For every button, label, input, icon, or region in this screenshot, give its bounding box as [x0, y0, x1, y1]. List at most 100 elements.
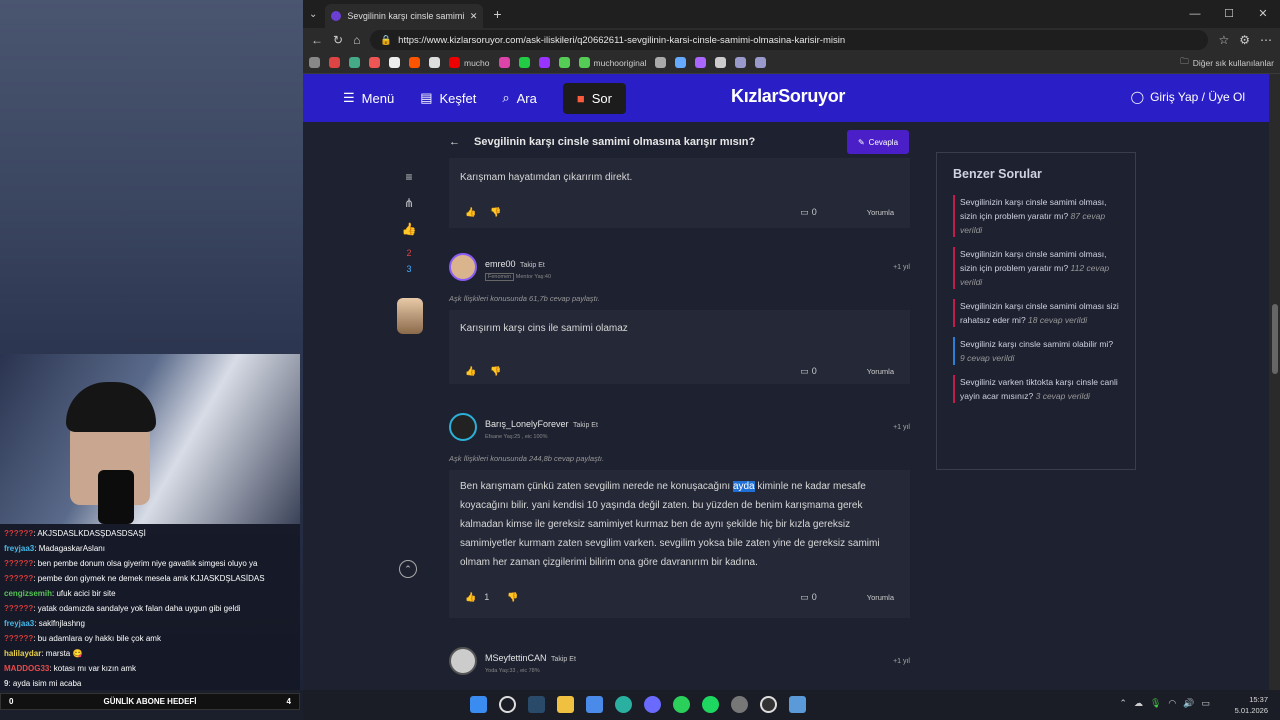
nav-search[interactable]: ⌕ Ara — [502, 90, 537, 106]
bookmark-icon[interactable] — [755, 57, 767, 68]
follow-button[interactable]: Takip Et — [573, 422, 598, 429]
bookmark-icon[interactable] — [695, 57, 707, 68]
bookmark-icon[interactable] — [409, 57, 420, 68]
discord-icon[interactable] — [644, 696, 661, 713]
bookmark-icon[interactable] — [735, 57, 747, 68]
avatar[interactable] — [449, 253, 477, 281]
home-icon[interactable]: ⌂ — [353, 33, 360, 47]
similar-questions-panel: Benzer Sorular Sevgilinizin karşı cinsle… — [936, 152, 1136, 470]
nav-explore[interactable]: ▤ Keşfet — [420, 90, 476, 106]
scroll-thumb[interactable] — [1272, 304, 1278, 374]
close-window-icon[interactable]: ✕ — [1246, 0, 1280, 28]
page-scrollbar[interactable] — [1269, 74, 1280, 690]
search-icon[interactable] — [499, 696, 516, 713]
start-icon[interactable] — [470, 696, 487, 713]
back-icon[interactable]: ← — [311, 33, 323, 47]
dislike-icon[interactable]: 👎 — [507, 592, 518, 603]
similar-item[interactable]: Sevgilinizin karşı cinsle samimi olması,… — [953, 195, 1119, 237]
bookmark-icon[interactable] — [309, 57, 320, 68]
similar-item[interactable]: Sevgilinizin karşı cinsle samimi olması … — [953, 299, 1119, 327]
bookmark-icon[interactable] — [518, 57, 530, 68]
follow-button[interactable]: Takip Et — [520, 262, 545, 269]
bookmark-folder[interactable]: 🗀 Diğer sık kullanılanlar — [1180, 56, 1274, 70]
refresh-icon[interactable]: ↻ — [333, 33, 343, 47]
minimize-icon[interactable]: — — [1178, 0, 1212, 28]
store-icon[interactable] — [586, 696, 603, 713]
reply-button[interactable]: ✎ Cevapla — [847, 130, 909, 154]
comment-icon[interactable]: ▭ — [800, 592, 809, 603]
similar-item[interactable]: Sevgilinizin karşı cinsle samimi olması,… — [953, 247, 1119, 289]
chat-message: ??????: pembe don giymek ne demek mesela… — [4, 571, 296, 586]
scroll-top-icon[interactable]: ⌃ — [399, 560, 417, 578]
close-tab-icon[interactable]: ✕ — [470, 11, 478, 22]
chat-username: ?????? — [4, 634, 34, 643]
bookmark-icon[interactable] — [349, 57, 360, 68]
thumbs-up-icon[interactable]: 👍 — [399, 222, 419, 248]
nav-ask-button[interactable]: ■ Sor — [562, 82, 626, 114]
edge-icon[interactable] — [615, 696, 632, 713]
new-tab-icon[interactable]: + — [493, 6, 501, 22]
bookmark-icon[interactable] — [498, 57, 510, 68]
bookmark-icon[interactable] — [675, 57, 687, 68]
comment-button[interactable]: Yorumla — [867, 367, 894, 376]
like-icon[interactable]: 👍 — [465, 592, 476, 603]
clock[interactable]: 15:37 5.01.2026 — [1235, 694, 1268, 716]
tab-list-icon[interactable]: ⌄ — [309, 9, 317, 20]
bookmark-icon[interactable] — [429, 57, 440, 68]
url-field[interactable]: 🔒 https://www.kizlarsoruyor.com/ask-ilis… — [370, 30, 1209, 50]
dislike-icon[interactable]: 👎 — [490, 366, 501, 377]
chevron-up-icon[interactable]: ⌃ — [1119, 698, 1127, 709]
similar-item[interactable]: Sevgiliniz karşı cinsle samimi olabilir … — [953, 337, 1119, 365]
dislike-icon[interactable]: 👎 — [490, 207, 501, 218]
menu-icon[interactable]: ⋯ — [1260, 33, 1272, 47]
add-list-icon[interactable]: ≡ — [399, 170, 419, 196]
bookmark-icon[interactable] — [715, 57, 727, 68]
back-arrow-icon[interactable]: ← — [449, 136, 460, 148]
folder-icon[interactable] — [557, 696, 574, 713]
site-logo[interactable]: KızlarSoruyor — [731, 86, 845, 107]
steam-icon[interactable] — [528, 696, 545, 713]
maximize-icon[interactable]: ☐ — [1212, 0, 1246, 28]
extensions-icon[interactable]: ⚙ — [1239, 33, 1250, 47]
favorite-icon[interactable]: ☆ — [1218, 33, 1229, 47]
bookmark-icon[interactable] — [329, 57, 340, 68]
mic-icon[interactable]: 🎙 — [1150, 698, 1161, 709]
bookmark-icon[interactable] — [655, 57, 667, 68]
bookmark-muchooriginal[interactable]: muchooriginal — [578, 57, 646, 68]
bookmark-mucho[interactable]: mucho — [449, 57, 490, 68]
username[interactable]: Barış_LonelyForever — [485, 419, 569, 429]
nav-menu[interactable]: ☰ Menü — [343, 90, 394, 106]
whatsapp-icon[interactable] — [673, 696, 690, 713]
wifi-icon[interactable]: ◠ — [1168, 698, 1176, 709]
bookmark-icon[interactable] — [558, 57, 570, 68]
comment-icon[interactable]: ▭ — [800, 366, 809, 377]
username[interactable]: MSeyfettinCAN — [485, 653, 547, 663]
like-icon[interactable]: 👍 — [465, 366, 476, 377]
bookmark-icon[interactable] — [538, 57, 550, 68]
similar-item[interactable]: Sevgiliniz varken tiktokta karşı cinsle … — [953, 375, 1119, 403]
volume-icon[interactable]: 🔊 — [1183, 698, 1194, 709]
user-icon: ◯ — [1130, 90, 1145, 104]
active-tab[interactable]: Sevgilinin karşı cinsle samimi olma ✕ — [325, 4, 484, 28]
bookmark-icon[interactable] — [369, 57, 380, 68]
like-icon[interactable]: 👍 — [465, 207, 476, 218]
avatar[interactable] — [449, 647, 477, 675]
comment-button[interactable]: Yorumla — [867, 208, 894, 217]
cloud-icon[interactable]: ☁ — [1134, 698, 1143, 709]
obs-icon[interactable] — [760, 696, 777, 713]
comment-icon[interactable]: ▭ — [800, 207, 809, 218]
follow-button[interactable]: Takip Et — [551, 656, 576, 663]
app-icon[interactable] — [789, 696, 806, 713]
username[interactable]: emre00 — [485, 259, 516, 269]
side-avatar[interactable] — [397, 298, 423, 334]
avatar[interactable] — [449, 413, 477, 441]
app-icon[interactable] — [731, 696, 748, 713]
spotify-icon[interactable] — [702, 696, 719, 713]
login-link[interactable]: ◯ Giriş Yap / Üye Ol — [1131, 90, 1245, 104]
book-icon: ▤ — [420, 90, 433, 105]
comment-button[interactable]: Yorumla — [867, 593, 894, 602]
share-icon[interactable]: ⋔ — [399, 196, 419, 222]
taskbar: ⌃ ☁ 🎙 ◠ 🔊 ▭ 15:37 5.01.2026 — [303, 690, 1280, 720]
bookmark-icon[interactable] — [389, 57, 400, 68]
battery-icon[interactable]: ▭ — [1201, 698, 1210, 709]
